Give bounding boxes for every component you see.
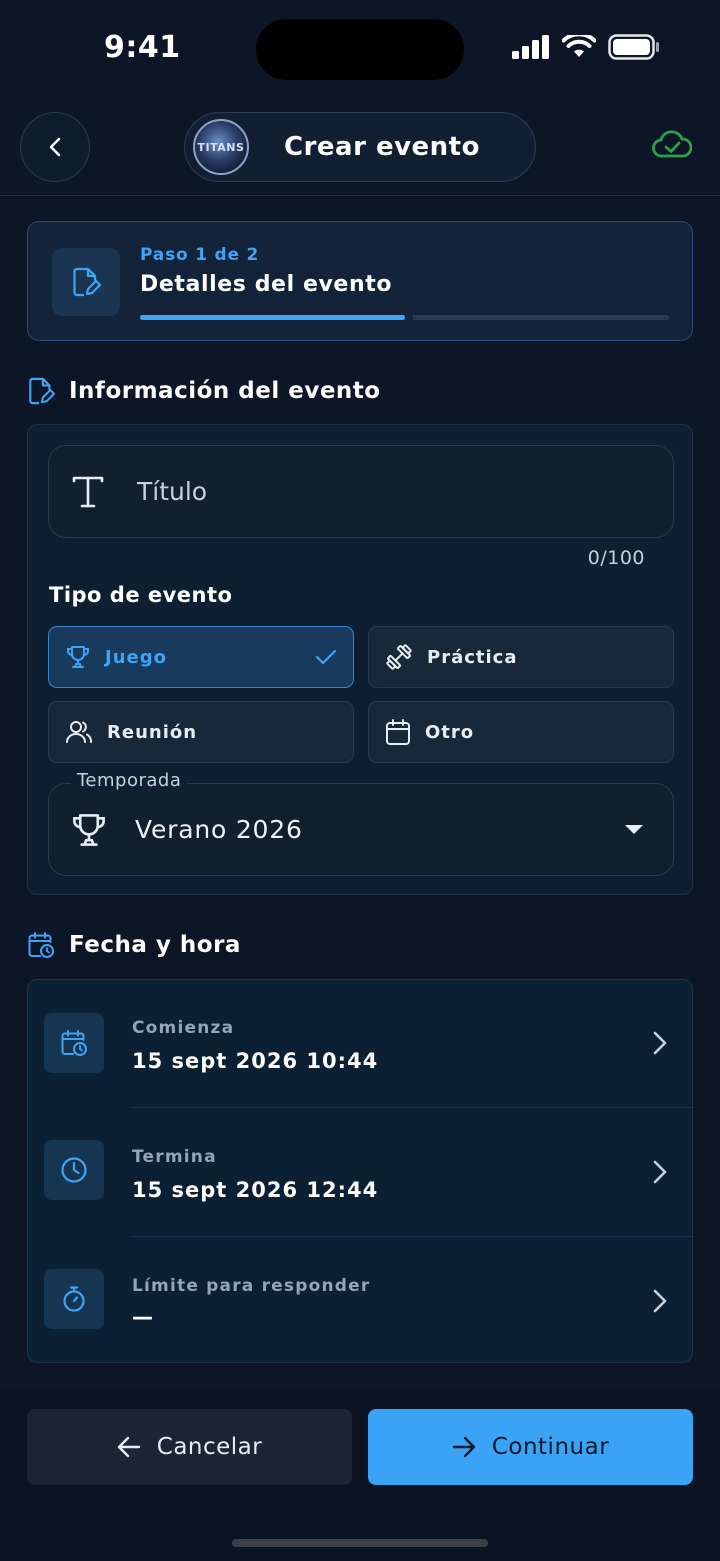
date-icon-box [44,1269,104,1329]
arrow-left-icon [117,1436,140,1458]
type-option-reunion[interactable]: Reunión [48,701,354,763]
cancel-label: Cancelar [156,1434,263,1460]
chevron-right-icon [653,1289,667,1313]
step-title: Detalles del evento [140,272,393,297]
wifi-icon [562,35,596,57]
date-section-heading: Fecha y hora [27,931,241,959]
start-value: 15 sept 2026 10:44 [132,1049,379,1073]
type-option-juego[interactable]: Juego [48,626,354,688]
end-value: 15 sept 2026 12:44 [132,1178,379,1202]
event-info-card: 0/100 Tipo de evento Juego Práctica [27,424,693,895]
type-option-practica[interactable]: Práctica [368,626,674,688]
dynamic-island [256,19,464,80]
type-option-label: Reunión [107,721,198,743]
app-header: TITANS Crear evento [0,100,720,196]
caret-down-icon [625,825,643,834]
clock-icon [61,1157,87,1183]
chevron-left-icon [49,137,61,157]
arrow-right-icon [452,1436,476,1458]
end-label: Termina [132,1147,217,1167]
type-option-label: Juego [105,646,167,668]
season-label: Temporada [71,770,188,791]
title-char-counter: 0/100 [587,547,645,569]
calendar-icon [386,719,410,745]
title-input[interactable] [137,477,617,506]
bottom-action-bar: Cancelar Continuar [0,1388,720,1561]
chevron-right-icon [653,1031,667,1055]
status-icons [512,34,660,60]
event-type-label: Tipo de evento [49,583,233,607]
calendar-clock-icon [61,1030,87,1056]
cancel-button[interactable]: Cancelar [27,1409,352,1485]
stopwatch-icon [63,1286,85,1312]
start-label: Comienza [132,1018,235,1038]
end-date-row[interactable]: Termina 15 sept 2026 12:44 [28,1108,692,1236]
calendar-clock-icon [28,932,54,958]
status-time: 9:41 [104,30,181,65]
type-option-label: Práctica [427,646,518,668]
chevron-right-icon [653,1160,667,1184]
dumbbell-icon [386,644,412,670]
title-pill: TITANS Crear evento [184,112,536,182]
step-progress-fill [140,315,405,320]
date-icon-box [44,1013,104,1073]
date-time-card: Comienza 15 sept 2026 10:44 Termina 15 s… [27,979,693,1363]
text-icon [71,475,105,509]
step-progress-gap [405,314,413,321]
date-section-title: Fecha y hora [69,932,241,958]
info-section-title: Información del evento [69,378,381,404]
edit-document-icon [73,267,101,297]
date-icon-box [44,1140,104,1200]
step-icon-box [52,248,120,316]
season-value: Verano 2026 [135,815,303,844]
step-progress-bar [140,314,669,321]
signal-icon [512,35,549,59]
deadline-value: — [132,1305,154,1329]
users-icon [66,721,92,743]
rsvp-deadline-row[interactable]: Límite para responder — [28,1237,692,1362]
type-option-otro[interactable]: Otro [368,701,674,763]
check-icon [315,649,337,665]
season-select[interactable]: Temporada Verano 2026 [48,770,674,876]
back-button[interactable] [20,112,90,182]
step-label: Paso 1 de 2 [140,245,260,265]
continue-button[interactable]: Continuar [368,1409,693,1485]
step-progress-card: Paso 1 de 2 Detalles del evento [27,221,693,341]
continue-label: Continuar [491,1434,610,1460]
home-indicator [232,1539,488,1547]
info-section-heading: Información del evento [27,376,381,406]
deadline-label: Límite para responder [132,1276,371,1296]
type-option-label: Otro [425,721,475,743]
cloud-check-icon[interactable] [652,130,692,162]
edit-document-icon [29,377,55,405]
trophy-icon [69,811,109,849]
page-title: Crear evento [284,132,480,162]
start-date-row[interactable]: Comienza 15 sept 2026 10:44 [28,980,692,1108]
team-logo: TITANS [193,119,249,175]
title-field[interactable] [48,445,674,538]
trophy-icon [67,646,89,668]
battery-icon [608,34,659,60]
